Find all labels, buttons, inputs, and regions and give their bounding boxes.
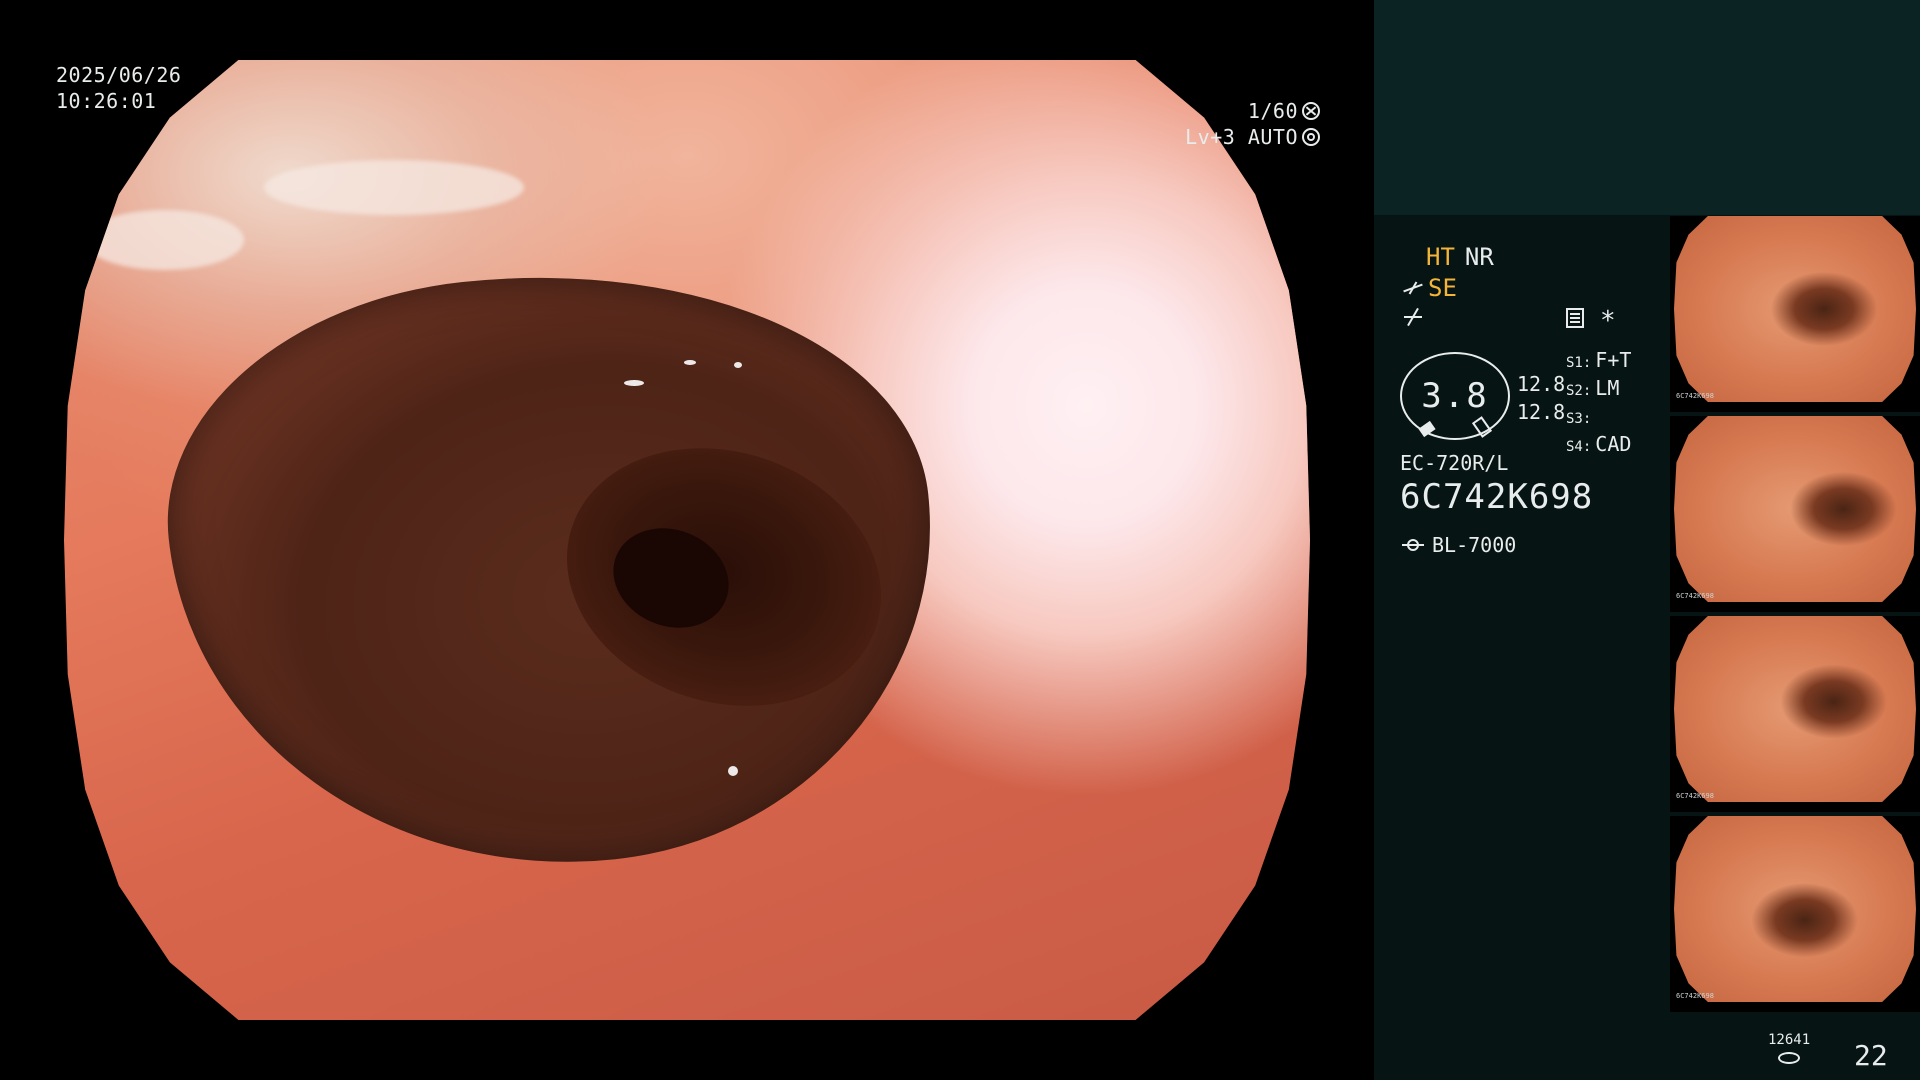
live-endoscope-view: 2025/06/26 10:26:01 1/60 Lv+3 AUTO: [0, 0, 1374, 1080]
captured-image-thumbnail[interactable]: 6C742K698: [1670, 216, 1920, 412]
star-marker: *: [1600, 306, 1616, 336]
pen-icon: [1402, 278, 1424, 298]
report-icon: [1566, 308, 1584, 328]
light-reflection: [734, 362, 742, 368]
switch-item: S1: F+T: [1566, 348, 1632, 372]
thumbnail-image: [1674, 816, 1916, 1002]
scope-model-label: EC-720R/L: [1400, 451, 1509, 475]
thumbnail-serial-label: 6C742K698: [1676, 992, 1714, 1000]
thumbnail-image: [1674, 616, 1916, 802]
status-panel-header-area: [1374, 0, 1920, 215]
switch-assignment-list: S1: F+T S2: LM S3: S4: CAD: [1566, 348, 1631, 460]
thumbnail-serial-label: 6C742K698: [1676, 392, 1714, 400]
switch-item: S4: CAD: [1566, 432, 1632, 456]
light-source-row: BL-7000: [1402, 530, 1516, 560]
time-label: 10:26:01: [56, 89, 157, 113]
captured-image-thumbnail[interactable]: 6C742K698: [1670, 416, 1920, 612]
aperture-icon: [1302, 102, 1320, 120]
image-counter-small: 12641: [1768, 1032, 1811, 1048]
endoscopy-screen: 2025/06/26 10:26:01 1/60 Lv+3 AUTO HT NR …: [0, 0, 1920, 1080]
thumbnail-image: [1674, 216, 1916, 402]
zoom-gauge: 3.8: [1400, 352, 1510, 440]
gauge-side-values: 12.8 12.8: [1517, 370, 1565, 426]
scope-serial-label: 6C742K698: [1400, 477, 1594, 517]
light-reflection: [728, 766, 738, 776]
captured-image-thumbnail[interactable]: 6C742K698: [1670, 616, 1920, 812]
date-label: 2025/06/26: [56, 63, 182, 87]
gauge-side-value-bottom: 12.8: [1517, 400, 1566, 424]
light-source-icon: [1402, 534, 1424, 556]
iris-icon: [1302, 128, 1320, 146]
exposure-readout: 1/60 Lv+3 AUTO: [1040, 98, 1320, 150]
thumbnail-serial-label: 6C742K698: [1676, 792, 1714, 800]
date-time-readout: 2025/06/26 10:26:01: [56, 62, 181, 114]
captured-image-thumbnail[interactable]: 6C742K698: [1670, 816, 1920, 1012]
switch-item: S3:: [1566, 411, 1592, 427]
nr-indicator: NR: [1464, 243, 1494, 271]
image-mode-row: HT NR: [1426, 242, 1504, 272]
gauge-side-value-top: 12.8: [1517, 372, 1566, 396]
thumbnail-image: [1674, 416, 1916, 602]
se-indicator: SE: [1428, 274, 1457, 302]
structure-enhancement-row: SE: [1402, 273, 1457, 303]
enhancement-icon: [1402, 306, 1424, 328]
storage-disk-icon: [1778, 1052, 1800, 1064]
mucus-patch: [84, 210, 244, 270]
thumbnail-serial-label: 6C742K698: [1676, 592, 1714, 600]
light-reflection: [684, 360, 696, 365]
switch-item: S2: LM: [1566, 376, 1620, 400]
shutter-speed-label: 1/60: [1247, 99, 1298, 123]
ht-indicator: HT: [1426, 243, 1455, 271]
endoscope-image: [64, 60, 1310, 1020]
image-counter: 22: [1854, 1039, 1888, 1072]
brightness-level-label: Lv+3 AUTO: [1185, 125, 1298, 149]
light-source-label: BL-7000: [1432, 533, 1517, 557]
mucus-patch: [264, 160, 524, 215]
light-reflection: [624, 380, 644, 386]
zoom-value: 3.8: [1421, 376, 1489, 416]
